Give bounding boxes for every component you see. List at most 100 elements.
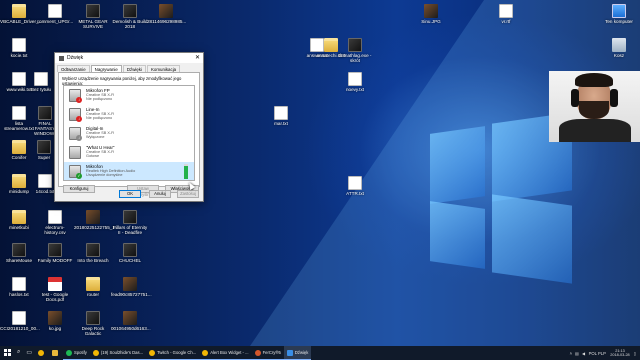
ok-button[interactable]: OK bbox=[119, 190, 141, 198]
network-icon[interactable]: ▤ bbox=[575, 351, 579, 356]
pdf-icon bbox=[48, 277, 62, 291]
desktop-icon[interactable]: Ten komputer bbox=[600, 4, 638, 24]
taskbar-twitch-window[interactable]: Twitch - Google Ch... bbox=[146, 346, 200, 360]
desktop-icon[interactable]: minetkubi bbox=[0, 210, 38, 230]
desktop-icon[interactable]: CHUCHEL bbox=[111, 243, 149, 263]
desktop-icon[interactable]: haslos.txt bbox=[0, 277, 38, 297]
clock[interactable]: 21:13 2018-03-28 bbox=[610, 349, 629, 358]
desktop-icon[interactable]: 28114696298985... bbox=[147, 4, 186, 24]
desktop-icon[interactable]: kocie.txt bbox=[0, 38, 38, 58]
taskbar-sound-window[interactable]: Dźwięk bbox=[283, 346, 312, 360]
desktop-icon[interactable]: test - Google Docs.pdf bbox=[36, 277, 74, 302]
volume-icon[interactable]: ◀ bbox=[582, 351, 585, 356]
document-icon bbox=[48, 4, 62, 18]
tab-playback[interactable]: Odtwarzanie bbox=[57, 65, 90, 72]
desktop-icon[interactable]: FINAL FANTASY WINDOWS bbox=[34, 106, 57, 137]
document-icon bbox=[348, 72, 362, 86]
document-icon bbox=[499, 4, 513, 18]
dialog-button-row: OK Anuluj Zastosuj bbox=[55, 190, 203, 198]
document-icon bbox=[12, 72, 26, 86]
desktop-icon[interactable]: 001064950d6163... bbox=[111, 311, 151, 331]
taskbar-pinned-chrome[interactable] bbox=[35, 346, 49, 360]
folder-icon bbox=[12, 4, 26, 18]
desktop-icon[interactable]: Super bbox=[34, 140, 54, 160]
recording-panel: Wybierz urządzenie nagrywania poniżej, a… bbox=[58, 72, 200, 197]
desktop-icon[interactable]: 20180225122755_1... bbox=[74, 210, 119, 230]
tray-chevron-icon[interactable]: ˄ bbox=[570, 351, 572, 356]
device-item[interactable]: ↓ Mikrofon FP Creative SB X-Fi Nie podłą… bbox=[64, 86, 194, 105]
clock-date: 2018-03-28 bbox=[610, 353, 630, 357]
device-item[interactable]: "What U Hear" Creative SB X-Fi Gotowe bbox=[64, 143, 194, 162]
device-item[interactable]: ↓ Line-In Creative SB X-Fi Nie podłączon… bbox=[64, 105, 194, 124]
app-icon bbox=[48, 243, 62, 257]
desktop-icon[interactable]: Kosz bbox=[600, 38, 638, 58]
input-level-fill bbox=[184, 165, 188, 179]
status-badge: ↓ bbox=[76, 135, 82, 141]
desktop-icon[interactable]: ko.jpg bbox=[36, 311, 74, 331]
taskbar-farcry-window[interactable]: FerCry®5 bbox=[251, 346, 284, 360]
taskbar-chrome-window[interactable]: (19) Soul2hide's Das... bbox=[89, 346, 147, 360]
document-icon bbox=[12, 277, 26, 291]
desktop-icon[interactable]: demathlag.exe - skrót bbox=[336, 38, 374, 63]
sound-dialog[interactable]: Dźwięk ✕ Odtwarzanie Nagrywanie Dźwięki … bbox=[54, 52, 204, 202]
tab-sounds[interactable]: Dźwięki bbox=[122, 65, 146, 72]
start-button[interactable] bbox=[0, 346, 14, 360]
desktop-icon[interactable]: Sinu.JPG bbox=[412, 4, 450, 24]
desktop-icon[interactable]: Deep Rock Galactic bbox=[74, 311, 112, 336]
desktop-icon[interactable]: comment_UPGr... bbox=[36, 4, 74, 24]
desktop-icon[interactable]: ShareMouse bbox=[0, 243, 38, 263]
desktop-icon[interactable]: Conifer bbox=[0, 140, 38, 160]
document-icon bbox=[48, 210, 62, 224]
desktop-icon[interactable]: Bez tytułu bbox=[28, 72, 54, 92]
task-view-button[interactable]: ▭ bbox=[23, 346, 35, 360]
windows-logo-pane bbox=[492, 194, 572, 284]
dialog-titlebar[interactable]: Dźwięk ✕ bbox=[55, 53, 203, 63]
desktop-icon[interactable]: Into the Breach bbox=[74, 243, 112, 263]
device-item[interactable]: ↓ Digital-In Creative SB X-Fi Wyłączone bbox=[64, 124, 194, 143]
folder-icon bbox=[12, 210, 26, 224]
taskbar-spotify[interactable]: Spotify bbox=[63, 346, 90, 360]
desktop-icon[interactable]: router bbox=[74, 277, 112, 297]
chrome-icon bbox=[202, 349, 209, 356]
tab-recording[interactable]: Nagrywanie bbox=[90, 65, 122, 72]
spotify-icon bbox=[66, 349, 73, 356]
recycle-bin-icon bbox=[612, 38, 626, 52]
desktop-icon[interactable]: Pillars of Eternity II - Deadfire bbox=[111, 210, 149, 235]
desktop-icon[interactable]: 14cod.txt bbox=[34, 174, 56, 194]
app-icon bbox=[348, 38, 362, 52]
desktop-icon[interactable]: ATTR.txt bbox=[336, 176, 374, 196]
desktop-icon[interactable]: vr.rtf bbox=[487, 4, 525, 24]
desktop-icon[interactable]: minidump bbox=[0, 174, 38, 194]
language-indicator[interactable]: POL PLP bbox=[588, 351, 606, 356]
desktop-icon[interactable]: Family MODOFF bbox=[36, 243, 74, 263]
tab-communication[interactable]: Komunikacja bbox=[146, 65, 181, 72]
notifications-icon[interactable]: ▯ bbox=[634, 351, 636, 356]
document-icon bbox=[274, 106, 288, 120]
desktop-icon[interactable]: electrum-history.csv bbox=[36, 210, 74, 235]
desktop-icon[interactable]: mar.txt bbox=[262, 106, 300, 126]
document-icon bbox=[12, 38, 26, 52]
desktop-icon[interactable]: fead90c85727751... bbox=[111, 277, 152, 297]
default-check-icon: ✓ bbox=[76, 173, 82, 179]
taskbar-alert-window[interactable]: Alert Box Widget - ... bbox=[199, 346, 252, 360]
image-icon bbox=[48, 311, 62, 325]
desktop-icon[interactable]: VBCABLE_Driver_... bbox=[0, 4, 42, 24]
desktop-icon[interactable]: METAL GEAR SURVIVE bbox=[74, 4, 112, 29]
search-button[interactable]: ⌕ bbox=[14, 346, 23, 360]
task-view-icon: ▭ bbox=[26, 350, 33, 356]
cancel-button[interactable]: Anuluj bbox=[149, 190, 171, 198]
apply-button[interactable]: Zastosuj bbox=[177, 190, 199, 198]
desktop-icon[interactable]: noevy.txt bbox=[336, 72, 374, 92]
device-item-selected[interactable]: ✓ Mikrofon Realtek High Definition Audio… bbox=[64, 162, 194, 180]
device-list[interactable]: ↓ Mikrofon FP Creative SB X-Fi Nie podłą… bbox=[63, 85, 195, 181]
desktop-icon[interactable]: lista streamerow.txt bbox=[0, 106, 38, 131]
document-icon bbox=[348, 176, 362, 190]
image-icon bbox=[424, 4, 438, 18]
taskbar-pinned-explorer[interactable] bbox=[49, 346, 63, 360]
folder-icon bbox=[86, 277, 100, 291]
desktop-icon[interactable]: CCI20181210_00... bbox=[0, 311, 40, 331]
desktop-icon[interactable]: Demolish & Build 2018 bbox=[111, 4, 149, 29]
close-button[interactable]: ✕ bbox=[195, 55, 200, 61]
webcam-person-body bbox=[559, 119, 631, 142]
app-icon bbox=[12, 243, 26, 257]
